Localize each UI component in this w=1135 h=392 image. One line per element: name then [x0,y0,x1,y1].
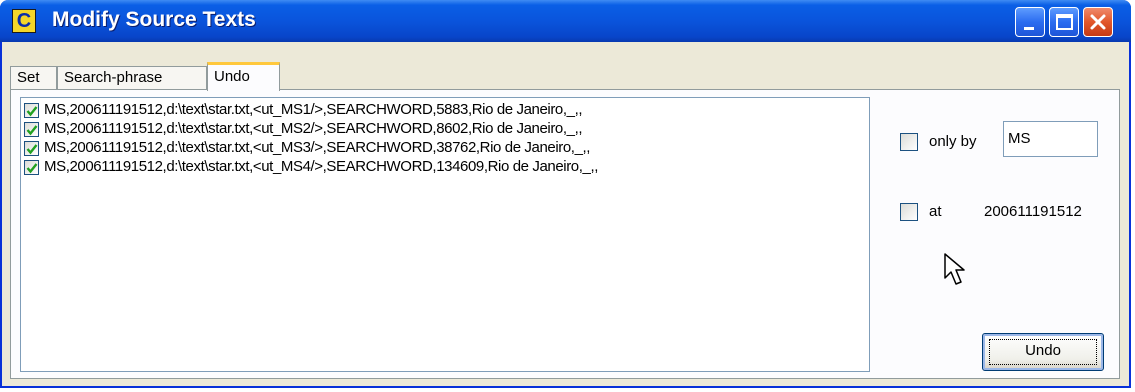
title-bar[interactable]: C Modify Source Texts [0,0,1131,42]
maximize-icon [1056,14,1073,30]
list-item-text: MS,200611191512,d:\text\star.txt,<ut_MS1… [44,101,583,118]
tab-set[interactable]: Set [10,66,57,90]
list-item-checkbox[interactable] [24,122,39,137]
checkmark-icon [26,144,38,155]
maximize-button[interactable] [1049,7,1079,37]
only-by-label: only by [929,133,977,150]
app-icon: C [12,9,36,33]
checkmark-icon [26,163,38,174]
close-button[interactable] [1083,7,1113,37]
tab-search-phrase[interactable]: Search-phrase [57,66,207,90]
mouse-cursor-icon [944,253,965,285]
minimize-button[interactable] [1015,7,1045,37]
checkmark-icon [26,106,38,117]
only-by-input[interactable]: MS [1003,121,1098,157]
focus-rectangle [989,339,1097,365]
window-title: Modify Source Texts [52,8,256,31]
minimize-icon [1024,27,1034,30]
at-timestamp: 200611191512 [984,203,1082,220]
checkmark-icon [26,125,38,136]
at-label: at [929,203,942,220]
list-item-text: MS,200611191512,d:\text\star.txt,<ut_MS3… [44,139,591,156]
list-item-checkbox[interactable] [24,141,39,156]
close-icon [1090,14,1106,30]
at-checkbox[interactable] [900,203,918,221]
tab-undo[interactable]: Undo [207,62,280,91]
list-item-text: MS,200611191512,d:\text\star.txt,<ut_MS2… [44,120,583,137]
list-item-text: MS,200611191512,d:\text\star.txt,<ut_MS4… [44,158,598,175]
list-item[interactable]: MS,200611191512,d:\text\star.txt,<ut_MS4… [24,158,864,180]
undo-button[interactable]: Undo [982,333,1104,371]
list-item-checkbox[interactable] [24,103,39,118]
only-by-checkbox[interactable] [900,133,918,151]
list-item-checkbox[interactable] [24,160,39,175]
undo-list[interactable]: MS,200611191512,d:\text\star.txt,<ut_MS1… [20,97,870,372]
